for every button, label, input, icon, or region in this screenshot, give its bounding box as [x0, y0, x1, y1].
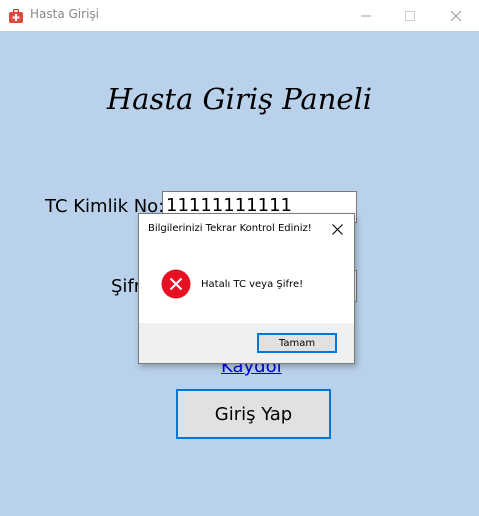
first-aid-kit-icon [9, 8, 23, 23]
error-dialog: Bilgilerinizi Tekrar Kontrol Ediniz! Hat… [138, 213, 355, 364]
title-bar[interactable]: Hasta Girişi [0, 0, 479, 31]
maximize-button[interactable] [387, 0, 433, 31]
close-icon [451, 10, 461, 21]
window-title: Hasta Girişi [30, 7, 99, 21]
page-title: Hasta Giriş Paneli [106, 82, 373, 116]
close-window-button[interactable] [433, 0, 479, 31]
login-button[interactable]: Giriş Yap [176, 389, 331, 439]
maximize-icon [405, 10, 415, 21]
close-icon [331, 223, 343, 235]
ok-button[interactable]: Tamam [257, 333, 337, 353]
minimize-icon [361, 15, 371, 16]
dialog-close-button[interactable] [329, 221, 345, 237]
error-icon [161, 269, 191, 299]
dialog-footer: Tamam [139, 323, 354, 363]
dialog-message: Hatalı TC veya Şifre! [201, 279, 304, 290]
minimize-button[interactable] [343, 0, 389, 31]
dialog-title: Bilgilerinizi Tekrar Kontrol Ediniz! [148, 223, 312, 234]
app-window: Hasta Girişi Hasta Giriş Paneli TC Kimli… [0, 0, 479, 516]
